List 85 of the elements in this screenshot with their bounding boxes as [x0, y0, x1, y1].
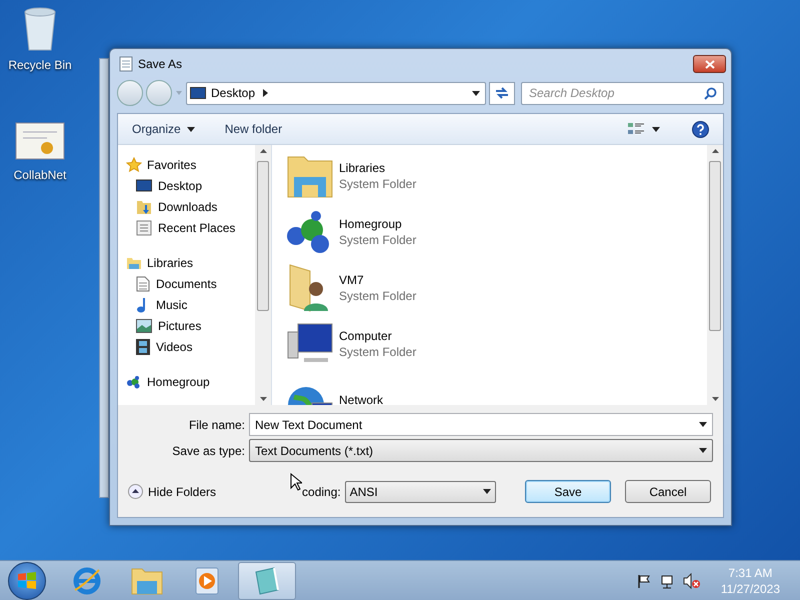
trash-bin-icon[interactable] — [22, 6, 58, 52]
details-view-icon — [628, 122, 644, 136]
nav-item[interactable]: Videos — [126, 337, 255, 357]
toolbar-button[interactable]: New folder — [224, 120, 282, 138]
picture-icon — [136, 319, 152, 333]
help-icon[interactable] — [692, 120, 709, 138]
document-icon — [136, 276, 150, 292]
nav-item[interactable]: Documents — [126, 274, 255, 294]
film-icon — [136, 339, 150, 355]
address-bar[interactable]: Desktop — [186, 82, 486, 104]
speaker-muted-icon[interactable] — [682, 572, 701, 588]
desktop-icon-label[interactable]: Recycle Bin — [8, 56, 72, 74]
nav-item[interactable]: Recent Places — [126, 218, 255, 238]
item-type: System Folder — [339, 232, 416, 248]
search-field[interactable]: Search Desktop — [521, 82, 724, 104]
scrollbar[interactable] — [707, 145, 723, 405]
document-icon — [136, 220, 152, 236]
close-icon — [704, 60, 714, 68]
item-type: System Folder — [339, 344, 416, 360]
folder-item[interactable]: VM7 System Folder — [286, 263, 707, 313]
caret-icon — [482, 489, 491, 494]
windows-logo-icon — [17, 570, 37, 590]
network-icon — [126, 374, 142, 390]
play-icon — [195, 566, 219, 594]
item-name: Libraries — [339, 160, 386, 176]
folder-icon — [126, 256, 142, 270]
start-button[interactable] — [8, 562, 46, 600]
field-label: coding: — [302, 484, 341, 500]
dialog-button[interactable]: Save — [525, 480, 611, 503]
item-type: System Folder — [339, 288, 416, 304]
caret-icon — [652, 126, 660, 132]
toolbar-menu[interactable]: Organize — [132, 120, 195, 138]
item-name: Computer — [339, 328, 393, 344]
nav-item[interactable]: Libraries — [126, 253, 255, 273]
flag-icon[interactable] — [636, 574, 651, 588]
chevron-up-icon — [128, 484, 143, 499]
star-icon — [126, 157, 142, 173]
browser-e-icon — [72, 566, 102, 596]
item-name: Homegroup — [339, 216, 403, 232]
folder-item[interactable]: Libraries System Folder — [286, 151, 707, 201]
close-button[interactable] — [693, 55, 726, 73]
nav-item[interactable]: Favorites — [126, 155, 255, 175]
scroll-up-icon[interactable] — [712, 149, 718, 153]
mouse-pointer-icon — [290, 472, 302, 490]
file-name-field[interactable]: New Text Document — [249, 413, 713, 436]
scroll-down-icon[interactable] — [712, 397, 718, 401]
refresh-arrows-icon — [495, 87, 509, 99]
refresh-button[interactable] — [489, 82, 515, 104]
caret-icon — [699, 448, 707, 453]
monitor-icon — [136, 179, 152, 193]
scrollbar[interactable] — [255, 145, 271, 405]
item-name: Network — [339, 392, 384, 405]
scroll-down-icon[interactable] — [260, 397, 266, 401]
desktop-icon-label[interactable]: CollabNet — [14, 166, 66, 184]
nav-item[interactable]: Desktop — [126, 176, 255, 196]
caret-icon — [176, 91, 182, 95]
field-label: File name: — [188, 416, 245, 434]
item-name: VM7 — [339, 272, 365, 288]
chevron-right-icon — [263, 89, 268, 97]
certificate-icon[interactable] — [15, 122, 65, 162]
caret-icon — [699, 422, 707, 427]
encoding-dropdown[interactable]: ANSI — [344, 480, 496, 502]
nav-item[interactable]: Pictures — [126, 316, 255, 336]
item-type: System Folder — [339, 176, 416, 192]
view-options-button[interactable] — [628, 122, 660, 136]
search-icon — [704, 86, 717, 100]
file-type-dropdown[interactable]: Text Documents (*.txt) — [249, 439, 713, 462]
caret-icon — [186, 126, 195, 132]
network-monitor-icon[interactable] — [658, 572, 675, 588]
folder-item[interactable]: Homegroup System Folder — [286, 207, 707, 257]
folder-icon — [131, 566, 163, 594]
folder-item[interactable]: Computer System Folder — [286, 319, 707, 369]
hide-folders-button[interactable]: Hide Folders — [128, 482, 216, 500]
dialog-button[interactable]: Cancel — [625, 480, 711, 503]
nav-item[interactable]: Downloads — [126, 197, 255, 217]
notepad-icon — [119, 56, 133, 72]
nav-item[interactable]: Music — [126, 295, 255, 315]
folder-icon — [136, 199, 152, 215]
window-title: Save As — [138, 56, 182, 73]
address-location[interactable]: Desktop — [211, 84, 256, 102]
scroll-up-icon[interactable] — [260, 149, 266, 153]
dropdown-caret-icon — [472, 90, 480, 96]
monitor-icon — [190, 86, 206, 100]
nav-item[interactable]: Homegroup — [126, 372, 255, 392]
field-label: Save as type: — [171, 442, 245, 460]
